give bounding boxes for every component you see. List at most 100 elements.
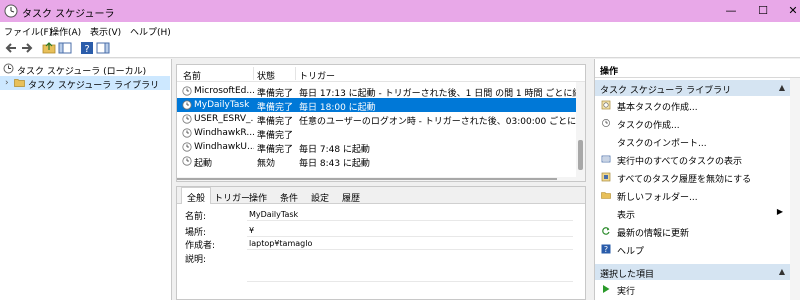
column-header-name[interactable]: 名前 bbox=[183, 69, 201, 82]
expand-chevron-icon[interactable]: › bbox=[5, 78, 9, 88]
description-field[interactable] bbox=[247, 252, 573, 282]
toolbar: ? bbox=[0, 39, 800, 58]
author-label: 作成者: bbox=[185, 241, 216, 251]
general-tab-body: 名前: MyDailyTask 場所: ¥ 作成者: laptop¥tamagl… bbox=[177, 204, 585, 299]
scroll-thumb[interactable] bbox=[177, 178, 557, 180]
task-scheduler-app-icon bbox=[4, 4, 18, 18]
task-trigger: 毎日 8:43 に起動 bbox=[299, 159, 370, 169]
tree-item-root[interactable]: タスク スケジューラ (ローカル) bbox=[0, 62, 170, 77]
column-separator[interactable] bbox=[253, 67, 254, 80]
action-item-label: すべてのタスク履歴を無効にする bbox=[617, 175, 752, 185]
tree-item-label: タスク スケジューラ ライブラリ bbox=[28, 81, 160, 91]
action-item[interactable]: ? ヘルプ bbox=[595, 241, 791, 258]
action-item-label: タスクの作成... bbox=[617, 121, 680, 131]
task-status: 無効 bbox=[257, 159, 276, 169]
section-header-selected-item[interactable]: 選択した項目 ▲ bbox=[595, 264, 791, 280]
tab-history[interactable]: 履歴 bbox=[342, 191, 360, 204]
description-label: 説明: bbox=[185, 255, 207, 265]
section-header-label: 選択した項目 bbox=[600, 270, 655, 280]
refresh-icon bbox=[602, 227, 610, 235]
show-hide-tree-icon[interactable] bbox=[58, 41, 72, 55]
history-icon bbox=[601, 172, 611, 182]
collapse-caret-icon[interactable]: ▲ bbox=[779, 267, 785, 276]
detail-tabs: 全般 トリガー 操作 条件 設定 履歴 bbox=[177, 187, 585, 205]
back-arrow-icon[interactable] bbox=[4, 41, 18, 55]
collapse-caret-icon[interactable]: ▲ bbox=[779, 83, 785, 92]
console-tree: タスク スケジューラ (ローカル) › タスク スケジューラ ライブラリ bbox=[0, 59, 172, 300]
forward-arrow-icon[interactable] bbox=[20, 41, 34, 55]
actions-title-label: 操作 bbox=[600, 67, 619, 77]
title-bar: タスク スケジューラ — ☐ ✕ bbox=[0, 0, 800, 22]
tree-item-library[interactable]: › タスク スケジューラ ライブラリ bbox=[0, 76, 170, 91]
tab-actions[interactable]: 操作 bbox=[249, 191, 267, 204]
author-field[interactable]: laptop¥tamaglo bbox=[247, 238, 573, 250]
scroll-thumb[interactable] bbox=[578, 140, 583, 170]
task-name: MyDailyTask bbox=[194, 100, 250, 110]
tab-general[interactable]: 全般 bbox=[181, 187, 212, 205]
action-item[interactable]: タスクの作成... bbox=[595, 115, 791, 132]
action-item-label: タスクのインポート... bbox=[617, 139, 707, 149]
task-list: 名前 状態 トリガー MicrosoftEd... 準備完了 毎日 17:13 に起… bbox=[176, 64, 586, 182]
task-clock-icon bbox=[182, 128, 192, 138]
vertical-scrollbar[interactable] bbox=[790, 78, 800, 300]
show-hide-action-pane-icon[interactable] bbox=[96, 41, 110, 55]
menu-help[interactable]: ヘルプ(H) bbox=[130, 25, 171, 38]
tab-triggers[interactable]: トリガー bbox=[214, 191, 250, 204]
action-item[interactable]: 実行 bbox=[595, 281, 791, 298]
running-tasks-icon bbox=[601, 155, 611, 163]
menu-file[interactable]: ファイル(F) bbox=[4, 25, 52, 38]
submenu-arrow-icon: ▶ bbox=[776, 207, 783, 216]
name-label: 名前: bbox=[185, 212, 207, 222]
task-row[interactable]: MicrosoftEd... 準備完了 毎日 17:13 に起動 - トリガーされた… bbox=[177, 84, 577, 99]
task-clock-icon bbox=[182, 114, 192, 124]
folder-icon bbox=[601, 192, 611, 199]
vertical-scrollbar[interactable] bbox=[576, 82, 585, 181]
up-folder-icon[interactable] bbox=[42, 41, 56, 55]
task-clock-icon bbox=[182, 142, 192, 152]
action-item[interactable]: すべてのタスク履歴を無効にする bbox=[595, 169, 791, 186]
menu-action[interactable]: 操作(A) bbox=[50, 25, 81, 38]
task-row[interactable]: WindhawkR... 準備完了 bbox=[177, 126, 577, 141]
help-icon[interactable]: ? bbox=[80, 41, 94, 55]
actions-pane: 操作 タスク スケジューラ ライブラリ ▲ 基本タスクの作成... タスクの作成.… bbox=[594, 59, 800, 300]
task-clock-icon bbox=[182, 156, 192, 166]
action-item[interactable]: 最新の情報に更新 bbox=[595, 223, 791, 240]
column-header-trigger[interactable]: トリガー bbox=[299, 69, 335, 82]
help-icon: ? bbox=[601, 244, 611, 254]
action-item[interactable]: 実行中のすべてのタスクの表示 bbox=[595, 151, 791, 168]
run-icon bbox=[603, 285, 610, 293]
action-item[interactable]: 表示 ▶ bbox=[595, 205, 791, 222]
location-label: 場所: bbox=[185, 228, 207, 238]
task-name: WindhawkR... bbox=[194, 128, 254, 138]
action-item-label: 表示 bbox=[617, 211, 636, 221]
tab-settings[interactable]: 設定 bbox=[311, 191, 329, 204]
menu-view[interactable]: 表示(V) bbox=[90, 25, 121, 38]
task-name: USER_ESRV_... bbox=[194, 114, 254, 124]
horizontal-scrollbar[interactable] bbox=[177, 177, 577, 181]
task-row[interactable]: 起動 無効 毎日 8:43 に起動 bbox=[177, 154, 577, 169]
task-clock-icon bbox=[182, 86, 192, 96]
close-button[interactable]: ✕ bbox=[770, 0, 800, 22]
svg-text:?: ? bbox=[84, 44, 89, 55]
task-row[interactable]: USER_ESRV_... 準備完了 任意のユーザーのログオン時 - トリガーされた… bbox=[177, 112, 577, 127]
task-clock-icon bbox=[182, 100, 192, 110]
tab-conditions[interactable]: 条件 bbox=[280, 191, 298, 204]
task-row[interactable]: MyDailyTask 準備完了 毎日 18:00 に起動 bbox=[177, 98, 577, 113]
action-item-label: 実行中のすべてのタスクの表示 bbox=[617, 157, 743, 167]
location-field[interactable]: ¥ bbox=[247, 225, 573, 237]
menu-bar: ファイル(F) 操作(A) 表示(V) ヘルプ(H) bbox=[0, 22, 800, 39]
task-name: 起動 bbox=[194, 159, 213, 169]
clock-icon bbox=[3, 63, 14, 74]
column-header-status[interactable]: 状態 bbox=[257, 69, 275, 82]
column-separator[interactable] bbox=[295, 67, 296, 80]
action-item[interactable]: 基本タスクの作成... bbox=[595, 97, 791, 114]
section-header-library[interactable]: タスク スケジューラ ライブラリ ▲ bbox=[595, 80, 791, 96]
action-item-label: 基本タスクの作成... bbox=[617, 103, 698, 113]
list-header: 名前 状態 トリガー bbox=[177, 65, 585, 82]
action-item[interactable]: タスクのインポート... bbox=[595, 133, 791, 150]
name-field[interactable]: MyDailyTask bbox=[247, 209, 573, 221]
action-item-label: 新しいフォルダー... bbox=[617, 193, 698, 203]
task-detail-pane: 全般 トリガー 操作 条件 設定 履歴 名前: MyDailyTask 場所: … bbox=[176, 186, 586, 300]
task-row[interactable]: WindhawkU... 準備完了 毎日 7:48 に起動 bbox=[177, 140, 577, 155]
action-item[interactable]: 新しいフォルダー... bbox=[595, 187, 791, 204]
